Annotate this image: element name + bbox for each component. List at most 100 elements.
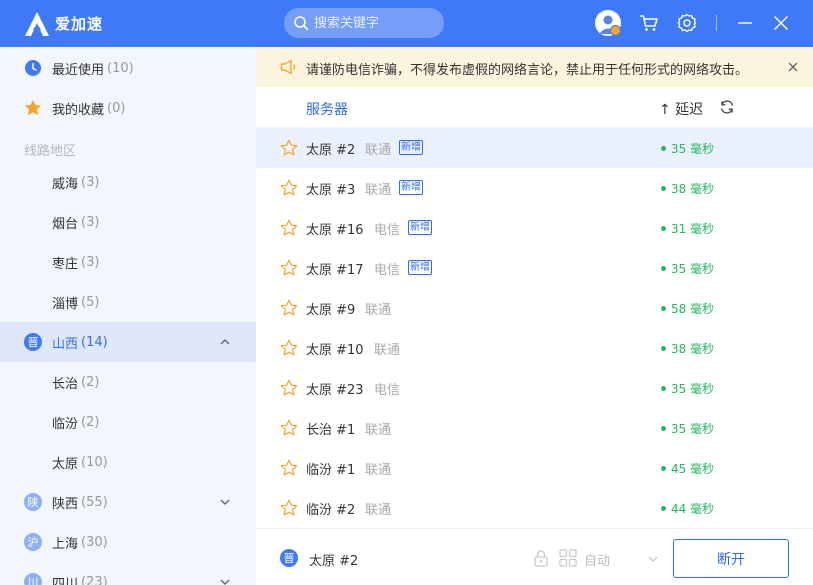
sidebar-item-sichuan[interactable]: 川 四川 (23) (0, 562, 256, 585)
sidebar-item-weihai[interactable]: 威海 (3) (0, 162, 256, 202)
disconnect-button[interactable]: 断开 (673, 539, 789, 578)
server-name: 临汾 #1 (306, 463, 356, 478)
new-badge: 新增 (399, 140, 423, 155)
sidebar-item-taiyuan[interactable]: 太原 (10) (0, 442, 256, 482)
sidebar-item-recent[interactable]: 最近使用 (10) (0, 48, 256, 88)
latency-dot (661, 386, 666, 391)
server-latency: 38 毫秒 (671, 342, 715, 356)
latency-dot (661, 226, 666, 231)
minimize-button[interactable] (732, 10, 758, 36)
server-name: 太原 #3 (306, 183, 356, 198)
sidebar-item-favorites[interactable]: 我的收藏 (0) (0, 88, 256, 128)
favorite-star-icon[interactable] (280, 459, 298, 477)
new-badge: 新增 (399, 180, 423, 195)
favorite-star-icon[interactable] (280, 339, 298, 357)
cart-button[interactable] (636, 10, 662, 36)
province-badge: 晋 (280, 549, 298, 567)
sidebar-item-shaanxi[interactable]: 陕 陕西 (55) (0, 482, 256, 522)
sidebar-item-count: (3) (81, 174, 100, 190)
sidebar-item-count: (3) (81, 254, 100, 270)
server-isp: 联通 (365, 463, 392, 478)
close-icon (774, 16, 788, 30)
chevron-down-icon[interactable] (647, 553, 659, 565)
sort-latency-button[interactable]: ↑ 延迟 (659, 99, 703, 119)
server-name: 太原 #23 (306, 383, 364, 398)
server-name: 太原 #17 (306, 263, 364, 278)
server-row[interactable]: 太原 #23 电信 35 毫秒 (256, 368, 813, 408)
latency-dot (661, 346, 666, 351)
sidebar-item-count: (3) (81, 214, 100, 230)
region-sidebar: 最近使用 (10) 我的收藏 (0) 线路地区 威海 (3) 烟台 (3) 枣庄… (0, 47, 256, 585)
server-row[interactable]: 长治 #1 联通 35 毫秒 (256, 408, 813, 448)
favorite-star-icon[interactable] (280, 139, 298, 157)
column-server[interactable]: 服务器 (306, 99, 348, 119)
sidebar-item-shanghai[interactable]: 沪 上海 (30) (0, 522, 256, 562)
sidebar-item-label: 威海 (52, 176, 79, 192)
sidebar-item-count: (10) (107, 60, 134, 76)
latency-dot (661, 186, 666, 191)
server-row[interactable]: 临汾 #1 联通 45 毫秒 (256, 448, 813, 488)
favorite-star-icon[interactable] (280, 299, 298, 317)
favorite-star-icon[interactable] (280, 499, 298, 517)
sidebar-item-shanxi[interactable]: 晋 山西 (14) (0, 322, 256, 362)
search-input[interactable] (314, 13, 438, 33)
cart-icon (639, 15, 658, 31)
sidebar-item-zibo[interactable]: 淄博 (5) (0, 282, 256, 322)
sidebar-item-label: 最近使用 (52, 62, 105, 78)
minimize-icon (738, 22, 752, 24)
server-row[interactable]: 太原 #16 电信 新增 31 毫秒 (256, 208, 813, 248)
server-row[interactable]: 太原 #3 联通 新增 38 毫秒 (256, 168, 813, 208)
close-window-button[interactable] (768, 10, 794, 36)
sidebar-item-count: (5) (81, 294, 100, 310)
favorite-star-icon[interactable] (280, 179, 298, 197)
sidebar-item-count: (23) (81, 574, 108, 585)
sidebar-item-yantai[interactable]: 烟台 (3) (0, 202, 256, 242)
favorite-star-icon[interactable] (280, 259, 298, 277)
server-row[interactable]: 太原 #2 联通 新增 35 毫秒 (256, 128, 813, 168)
gear-icon (677, 13, 697, 33)
province-badge: 晋 (24, 333, 42, 351)
refresh-icon[interactable] (719, 99, 735, 115)
latency-dot (661, 146, 666, 151)
server-name: 太原 #16 (306, 223, 364, 238)
chevron-up-icon (220, 339, 230, 345)
server-latency: 38 毫秒 (671, 182, 715, 196)
sidebar-item-count: (10) (81, 454, 108, 470)
latency-dot (661, 426, 666, 431)
server-name: 临汾 #2 (306, 503, 356, 518)
server-list-header: 服务器 ↑ 延迟 (256, 87, 813, 128)
sidebar-item-count: (55) (81, 494, 108, 510)
sidebar-item-label: 陕西 (52, 496, 79, 512)
favorite-star-icon[interactable] (280, 219, 298, 237)
title-bar-divider (716, 15, 717, 31)
clock-icon (25, 60, 41, 76)
sidebar-item-label: 淄博 (52, 296, 79, 312)
sidebar-item-linfen[interactable]: 临汾 (2) (0, 402, 256, 442)
server-latency: 45 毫秒 (671, 462, 715, 476)
server-row[interactable]: 太原 #10 联通 38 毫秒 (256, 328, 813, 368)
favorite-star-icon[interactable] (280, 379, 298, 397)
sidebar-item-count: (14) (81, 334, 108, 350)
server-row[interactable]: 太原 #17 电信 新增 35 毫秒 (256, 248, 813, 288)
lock-icon[interactable] (532, 549, 550, 567)
server-isp: 联通 (365, 143, 392, 158)
sidebar-item-changzhi[interactable]: 长治 (2) (0, 362, 256, 402)
chevron-down-icon (220, 579, 230, 585)
sidebar-item-count: (0) (107, 100, 126, 116)
latency-dot (661, 506, 666, 511)
favorite-star-icon[interactable] (280, 419, 298, 437)
close-notice-icon[interactable] (787, 61, 799, 73)
search-box[interactable] (284, 8, 444, 38)
title-bar: 爱加速 (0, 0, 813, 47)
new-badge: 新增 (408, 220, 432, 235)
megaphone-icon (280, 59, 296, 75)
mode-select[interactable]: 自动 (584, 550, 610, 569)
settings-button[interactable] (674, 10, 700, 36)
server-name: 长治 #1 (306, 423, 356, 438)
server-row[interactable]: 太原 #9 联通 58 毫秒 (256, 288, 813, 328)
sidebar-item-count: (2) (81, 414, 100, 430)
server-isp: 联通 (365, 183, 392, 198)
sidebar-item-zaozhuang[interactable]: 枣庄 (3) (0, 242, 256, 282)
server-row[interactable]: 临汾 #2 联通 44 毫秒 (256, 488, 813, 528)
notice-text: 请谨防电信诈骗，不得发布虚假的网络言论，禁止用于任何形式的网络攻击。 (306, 63, 749, 78)
